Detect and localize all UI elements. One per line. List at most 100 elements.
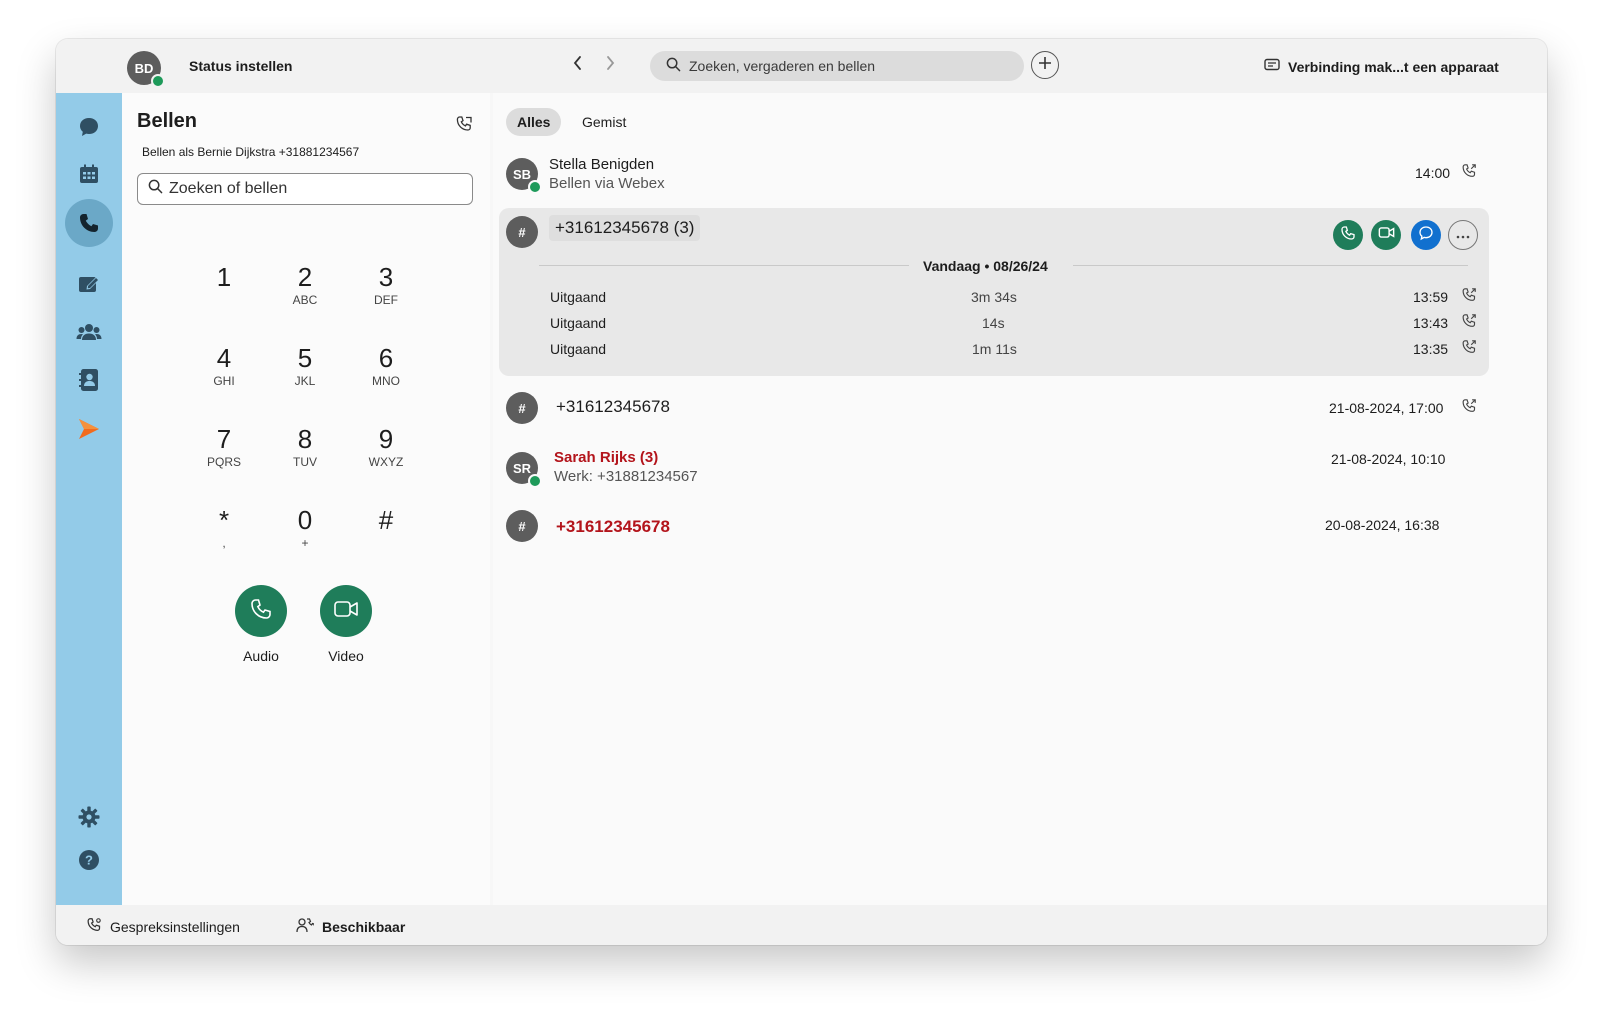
global-search-placeholder: Zoeken, vergaderen en bellen — [689, 58, 876, 74]
phone-icon — [249, 597, 273, 626]
dialer-panel: Bellen Bellen als Bernie Dijkstra +31881… — [122, 93, 490, 905]
key-letters: TUV — [293, 455, 317, 469]
search-icon — [148, 179, 169, 199]
key-8[interactable]: 8 TUV — [275, 424, 335, 469]
back-arrow-icon[interactable] — [568, 55, 588, 75]
key-star[interactable]: *, — [194, 505, 254, 550]
key-digit: # — [378, 505, 394, 535]
key-3[interactable]: 3 DEF — [356, 262, 416, 307]
whiteboard-icon[interactable] — [65, 260, 113, 308]
tab-missed[interactable]: Gemist — [571, 108, 637, 136]
key-digit: 8 — [297, 424, 313, 454]
date-header: Vandaag • 08/26/24 — [923, 258, 1048, 274]
call-direction: Uitgaand — [550, 289, 607, 305]
teams-icon[interactable] — [65, 308, 113, 356]
availability-label: Beschikbaar — [322, 918, 406, 935]
calling-icon[interactable] — [65, 199, 113, 247]
outgoing-call-icon — [1461, 163, 1477, 184]
contact-name[interactable]: Sarah Rijks (3) — [554, 449, 658, 466]
outgoing-call-icon — [1461, 313, 1477, 334]
user-avatar[interactable]: BD — [127, 51, 165, 88]
avatar-initials: SR — [512, 460, 532, 476]
video-camera-icon — [1378, 226, 1395, 244]
tab-all[interactable]: Alles — [506, 108, 562, 136]
key-4[interactable]: 4 GHI — [194, 343, 254, 388]
key-9[interactable]: 9 WXYZ — [356, 424, 416, 469]
key-letters: DEF — [374, 293, 398, 307]
settings-icon[interactable] — [65, 793, 113, 841]
audio-call-button[interactable] — [1333, 220, 1363, 250]
search-icon — [666, 57, 681, 75]
messaging-icon[interactable] — [65, 103, 113, 151]
key-letters: , — [222, 536, 226, 550]
dial-search-input[interactable]: Zoeken of bellen — [137, 173, 473, 205]
call-direction: Uitgaand — [550, 341, 607, 357]
key-5[interactable]: 5 JKL — [275, 343, 335, 388]
avatar: # — [506, 216, 538, 248]
call-time: 14:00 — [1415, 165, 1451, 181]
key-hash[interactable]: # — [356, 505, 416, 536]
call-settings-icon[interactable] — [455, 115, 473, 138]
webex-app-icon[interactable] — [65, 405, 113, 453]
key-letters: MNO — [372, 374, 400, 388]
key-digit: 2 — [297, 262, 313, 292]
outgoing-call-icon — [1461, 287, 1477, 308]
add-button[interactable] — [1031, 51, 1059, 79]
avatar: # — [506, 510, 538, 542]
global-search-input[interactable]: Zoeken, vergaderen en bellen — [650, 51, 1024, 81]
calendar-icon[interactable] — [65, 150, 113, 198]
audio-call-button[interactable] — [235, 585, 287, 637]
chat-button[interactable] — [1411, 220, 1441, 250]
call-time: 21-08-2024, 17:00 — [1329, 400, 1444, 416]
video-call-button[interactable] — [1371, 220, 1401, 250]
call-time: 13:43 — [1413, 315, 1449, 331]
call-time: 13:59 — [1413, 289, 1449, 305]
key-letters: WXYZ — [368, 455, 404, 469]
key-digit: 0 — [297, 505, 313, 535]
key-letters: JKL — [294, 374, 316, 388]
contact-number[interactable]: +31612345678 — [556, 397, 670, 417]
calling-as-label: Bellen als Bernie Dijkstra +31881234567 — [142, 145, 360, 159]
svg-text:?: ? — [85, 853, 93, 868]
plus-icon — [1038, 56, 1052, 75]
connect-device-button[interactable]: Verbinding mak...t een apparaat — [1264, 58, 1499, 75]
app-window: BD Status instellen Zoeken, vergaderen e… — [56, 39, 1547, 945]
avatar: # — [506, 392, 538, 424]
call-settings-button[interactable]: Gespreksinstellingen — [86, 917, 240, 936]
outgoing-call-icon — [1461, 339, 1477, 360]
key-6[interactable]: 6 MNO — [356, 343, 416, 388]
call-settings-label: Gespreksinstellingen — [110, 918, 240, 935]
key-1[interactable]: 1 — [194, 262, 254, 293]
forward-arrow-icon[interactable] — [600, 55, 620, 75]
contact-number[interactable]: +31612345678 (3) — [549, 215, 701, 241]
key-digit: 7 — [216, 424, 232, 454]
divider — [539, 265, 909, 266]
footer-bar: Gespreksinstellingen Beschikbaar — [56, 905, 1547, 945]
help-icon[interactable]: ? — [65, 836, 113, 884]
key-0[interactable]: 0 + — [275, 505, 335, 550]
avatar-initials: SB — [512, 166, 532, 182]
contacts-icon[interactable] — [65, 356, 113, 404]
contact-subtitle: Werk: +31881234567 — [554, 468, 698, 485]
avatar-initials: # — [518, 400, 526, 416]
contact-number[interactable]: +31612345678 — [556, 517, 670, 537]
key-letters: ABC — [292, 293, 318, 307]
availability-button[interactable]: Beschikbaar — [296, 917, 405, 936]
dialer-title: Bellen — [137, 110, 198, 132]
device-icon — [1264, 58, 1288, 75]
connect-device-label: Verbinding mak...t een apparaat — [1288, 58, 1499, 75]
more-options-button[interactable] — [1448, 220, 1478, 250]
set-status-button[interactable]: Status instellen — [189, 58, 292, 74]
contact-name[interactable]: Stella Benigden — [549, 156, 654, 173]
key-digit: 3 — [378, 262, 394, 292]
top-bar: BD Status instellen Zoeken, vergaderen e… — [56, 39, 1547, 93]
avatar-initials: # — [518, 224, 526, 240]
ellipsis-icon — [1456, 226, 1470, 244]
key-7[interactable]: 7 PQRS — [194, 424, 254, 469]
key-2[interactable]: 2 ABC — [275, 262, 335, 307]
key-letters: GHI — [213, 374, 235, 388]
key-digit: * — [218, 505, 230, 535]
call-time: 21-08-2024, 10:10 — [1331, 451, 1446, 467]
key-letters: + — [301, 536, 309, 550]
video-call-button[interactable] — [320, 585, 372, 637]
